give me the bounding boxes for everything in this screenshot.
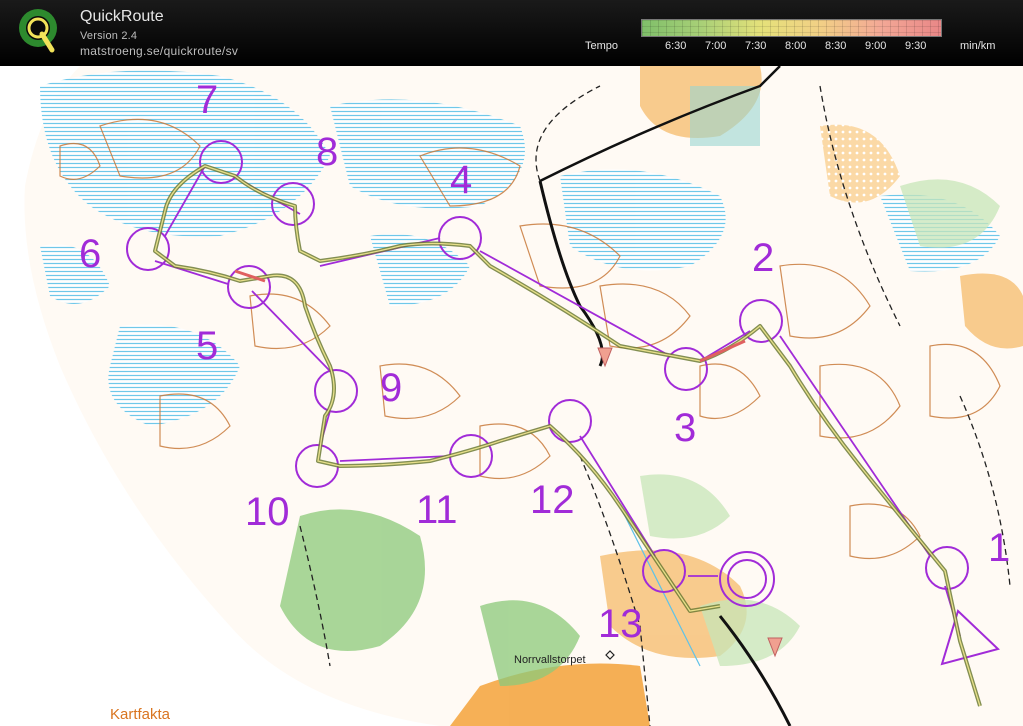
control-number-4: 4 bbox=[450, 158, 473, 202]
orienteering-map[interactable]: 1 2 3 4 5 6 7 8 9 10 11 12 13 Norrvallst… bbox=[0, 66, 1023, 726]
control-number-10: 10 bbox=[245, 490, 290, 534]
map-maker-label: Kartfakta bbox=[110, 706, 171, 723]
app-version: Version 2.4 bbox=[80, 30, 138, 42]
app-title: QuickRoute bbox=[80, 8, 164, 25]
tempo-label: Tempo bbox=[585, 40, 619, 52]
tempo-unit: min/km bbox=[960, 40, 996, 52]
tempo-color-scale bbox=[641, 19, 942, 37]
control-number-1: 1 bbox=[988, 526, 1011, 570]
tempo-tick: 7:00 bbox=[705, 40, 727, 52]
map-canvas[interactable] bbox=[0, 66, 1023, 726]
tempo-tick: 8:00 bbox=[785, 40, 807, 52]
app-header: QuickRoute Version 2.4 matstroeng.se/qui… bbox=[0, 0, 1023, 66]
control-number-12: 12 bbox=[530, 478, 575, 522]
tempo-tick: 9:30 bbox=[905, 40, 927, 52]
control-number-7: 7 bbox=[196, 78, 219, 122]
control-number-3: 3 bbox=[674, 406, 697, 450]
control-number-8: 8 bbox=[316, 130, 339, 174]
app-url[interactable]: matstroeng.se/quickroute/sv bbox=[80, 44, 238, 58]
control-number-11: 11 bbox=[416, 488, 458, 532]
tempo-tick: 6:30 bbox=[665, 40, 687, 52]
lake bbox=[690, 86, 760, 146]
tempo-tick: 8:30 bbox=[825, 40, 847, 52]
control-number-2: 2 bbox=[752, 236, 775, 280]
tempo-tick: 9:00 bbox=[865, 40, 887, 52]
control-number-6: 6 bbox=[79, 232, 102, 276]
control-number-9: 9 bbox=[380, 366, 403, 410]
place-name: Norrvallstorpet bbox=[514, 654, 586, 666]
quickroute-logo-icon bbox=[19, 9, 57, 53]
tempo-tick: 7:30 bbox=[745, 40, 767, 52]
control-number-5: 5 bbox=[196, 324, 219, 368]
control-number-13: 13 bbox=[598, 602, 643, 646]
